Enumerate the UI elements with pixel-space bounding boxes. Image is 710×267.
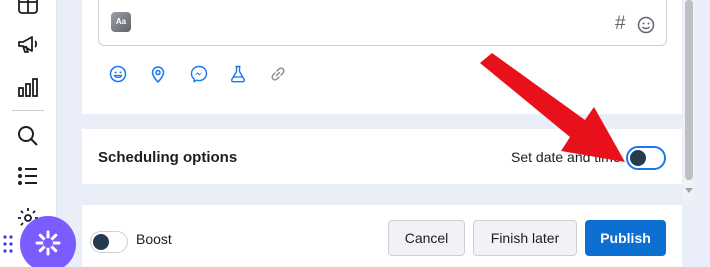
list-icon[interactable]: [16, 164, 40, 188]
sidebar-divider: [12, 110, 44, 111]
text-format-button[interactable]: Aa: [111, 12, 131, 32]
emoji-icon[interactable]: [108, 64, 128, 84]
toggle-knob: [630, 150, 646, 166]
scroll-down-arrow-icon[interactable]: [685, 188, 693, 193]
scheduling-panel: Scheduling options Set date and time: [82, 129, 682, 184]
toggle-knob: [93, 234, 109, 250]
composer-panel: Aa #: [82, 0, 682, 114]
hashtag-icon[interactable]: #: [615, 14, 626, 34]
post-text-area[interactable]: Aa #: [98, 0, 667, 46]
boost-toggle[interactable]: [90, 231, 128, 253]
link-icon[interactable]: [268, 64, 288, 84]
ai-assistant-button[interactable]: [20, 216, 76, 267]
apps-grid-icon[interactable]: [2, 234, 16, 254]
table-grid-icon[interactable]: [16, 0, 40, 16]
megaphone-icon[interactable]: [16, 32, 40, 56]
flask-icon[interactable]: [228, 64, 248, 84]
scrollbar[interactable]: [683, 0, 695, 200]
emoji-picker-icon[interactable]: [637, 16, 655, 34]
scheduling-title: Scheduling options: [98, 149, 238, 166]
messenger-icon[interactable]: [189, 64, 209, 84]
scrollbar-thumb[interactable]: [685, 0, 693, 180]
sparkle-icon: [35, 230, 61, 256]
set-date-time-label: Set date and time: [511, 149, 621, 165]
cancel-button[interactable]: Cancel: [388, 220, 465, 256]
location-icon[interactable]: [148, 64, 168, 84]
search-icon[interactable]: [16, 124, 40, 148]
boost-label: Boost: [136, 231, 172, 247]
set-date-time-toggle[interactable]: [627, 147, 665, 169]
action-bar: Boost Cancel Finish later Publish: [82, 205, 682, 267]
finish-later-button[interactable]: Finish later: [473, 220, 577, 256]
publish-button[interactable]: Publish: [585, 220, 666, 256]
bar-chart-icon[interactable]: [16, 76, 40, 100]
